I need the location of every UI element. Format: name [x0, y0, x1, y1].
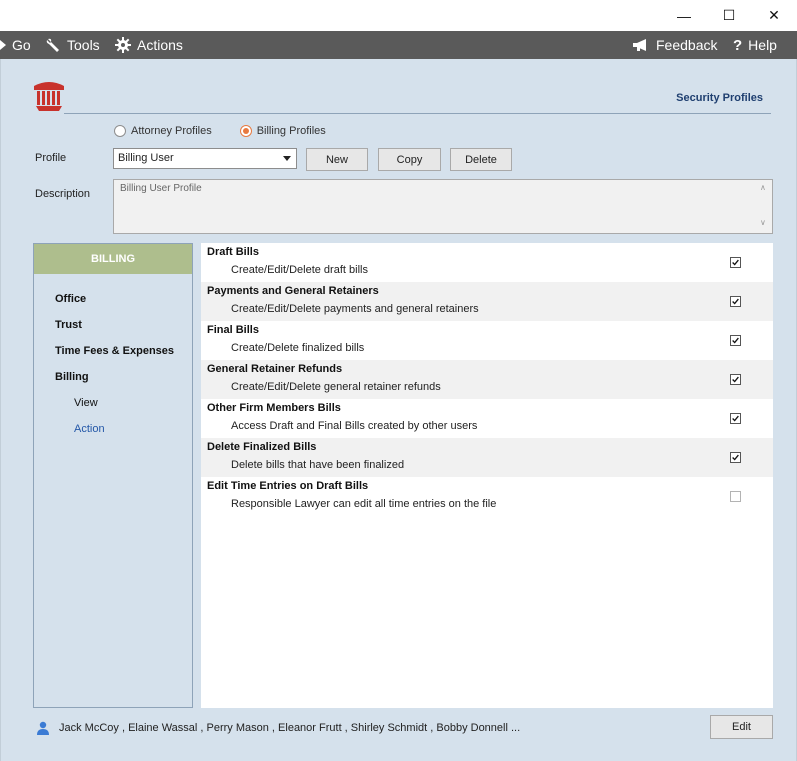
description-field[interactable]: Billing User Profile ∧ ∨: [113, 179, 773, 234]
permission-description: Create/Edit/Delete general retainer refu…: [231, 381, 441, 393]
menu-tools[interactable]: Tools: [45, 31, 100, 59]
menu-help-label: Help: [748, 37, 777, 53]
new-button[interactable]: New: [306, 148, 368, 171]
attorney-profiles-label: Attorney Profiles: [131, 125, 212, 137]
menu-tools-label: Tools: [67, 37, 100, 53]
profile-select-value: Billing User: [118, 152, 174, 164]
sidebar-item-trust[interactable]: Trust: [55, 319, 82, 331]
permission-title: Draft Bills: [207, 246, 259, 258]
menu-actions-label: Actions: [137, 37, 183, 53]
user-icon: [37, 721, 49, 735]
permission-description: Responsible Lawyer can edit all time ent…: [231, 498, 497, 510]
edit-button[interactable]: Edit: [710, 715, 773, 739]
main-area: Security Profiles Attorney Profiles Bill…: [0, 59, 797, 761]
list-item: Final Bills Create/Delete finalized bill…: [201, 321, 773, 360]
sidebar-item-view[interactable]: View: [74, 397, 98, 409]
sidebar-item-office[interactable]: Office: [55, 293, 86, 305]
list-item: Payments and General Retainers Create/Ed…: [201, 282, 773, 321]
permission-checkbox[interactable]: [730, 296, 741, 307]
gear-icon: [115, 37, 131, 53]
help-icon: ?: [733, 36, 743, 54]
description-value: Billing User Profile: [120, 183, 202, 194]
megaphone-icon: [633, 39, 646, 51]
menu-actions[interactable]: Actions: [115, 31, 183, 59]
page-title: Security Profiles: [676, 92, 763, 104]
menu-feedback-label: Feedback: [656, 37, 718, 53]
chevron-down-icon: [283, 156, 291, 161]
copy-button[interactable]: Copy: [378, 148, 441, 171]
list-item: Edit Time Entries on Draft Bills Respons…: [201, 477, 773, 516]
profile-select[interactable]: Billing User: [113, 148, 297, 169]
title-bar: — ☐ ✕: [0, 0, 797, 31]
list-item: General Retainer Refunds Create/Edit/Del…: [201, 360, 773, 399]
permission-description: Create/Edit/Delete payments and general …: [231, 303, 479, 315]
sidebar-header: BILLING: [34, 244, 192, 274]
title-divider: [64, 113, 771, 114]
billing-profiles-radio[interactable]: Billing Profiles: [239, 125, 326, 137]
list-item: Delete Finalized Bills Delete bills that…: [201, 438, 773, 477]
list-item: Other Firm Members Bills Access Draft an…: [201, 399, 773, 438]
permission-checkbox[interactable]: [730, 413, 741, 424]
attorney-profiles-radio[interactable]: Attorney Profiles: [114, 125, 212, 137]
minimize-button[interactable]: —: [661, 0, 707, 31]
permission-title: Other Firm Members Bills: [207, 402, 341, 414]
profile-type-radio-group: Attorney Profiles Billing Profiles: [114, 125, 326, 137]
delete-button[interactable]: Delete: [450, 148, 512, 171]
app-logo-icon: [34, 82, 64, 111]
menu-help[interactable]: ? Help: [733, 31, 777, 59]
sidebar-item-action[interactable]: Action: [74, 423, 105, 435]
permission-description: Delete bills that have been finalized: [231, 459, 405, 471]
menu-go[interactable]: Go: [0, 31, 31, 59]
permission-description: Create/Edit/Delete draft bills: [231, 264, 368, 276]
permission-title: Delete Finalized Bills: [207, 441, 317, 453]
permission-title: Edit Time Entries on Draft Bills: [207, 480, 369, 492]
billing-profiles-label: Billing Profiles: [256, 125, 326, 137]
maximize-button[interactable]: ☐: [706, 0, 752, 31]
permission-title: Payments and General Retainers: [207, 285, 379, 297]
permission-title: General Retainer Refunds: [207, 363, 343, 375]
menu-feedback[interactable]: Feedback: [632, 31, 717, 59]
sidebar-item-time-fees-expenses[interactable]: Time Fees & Expenses: [55, 345, 174, 357]
close-button[interactable]: ✕: [751, 0, 797, 31]
sidebar: BILLING Office Trust Time Fees & Expense…: [33, 243, 193, 708]
profile-label: Profile: [35, 152, 67, 164]
permissions-list: Draft Bills Create/Edit/Delete draft bil…: [201, 243, 773, 708]
permission-checkbox[interactable]: [730, 491, 741, 502]
radio-checked-icon: [239, 125, 252, 137]
sidebar-item-billing[interactable]: Billing: [55, 371, 89, 383]
menu-go-label: Go: [12, 37, 31, 53]
assigned-users-list: Jack McCoy , Elaine Wassal , Perry Mason…: [59, 722, 521, 734]
wrench-icon: [46, 38, 59, 52]
permission-checkbox[interactable]: [730, 335, 741, 346]
permission-description: Create/Delete finalized bills: [231, 342, 365, 354]
permission-checkbox[interactable]: [730, 257, 741, 268]
permission-checkbox[interactable]: [730, 452, 741, 463]
go-arrow-icon: [0, 40, 6, 50]
list-item: Draft Bills Create/Edit/Delete draft bil…: [201, 243, 773, 282]
permission-title: Final Bills: [207, 324, 259, 336]
scroll-down-icon[interactable]: ∨: [760, 218, 766, 227]
description-label: Description: [35, 188, 91, 200]
permission-description: Access Draft and Final Bills created by …: [231, 420, 478, 432]
radio-unchecked-icon: [114, 125, 126, 137]
permission-checkbox[interactable]: [730, 374, 741, 385]
menu-bar: Go Tools Actions Feedback ? Help: [0, 31, 797, 59]
description-scrollbar[interactable]: ∧ ∨: [756, 180, 772, 233]
scroll-up-icon[interactable]: ∧: [760, 183, 766, 192]
